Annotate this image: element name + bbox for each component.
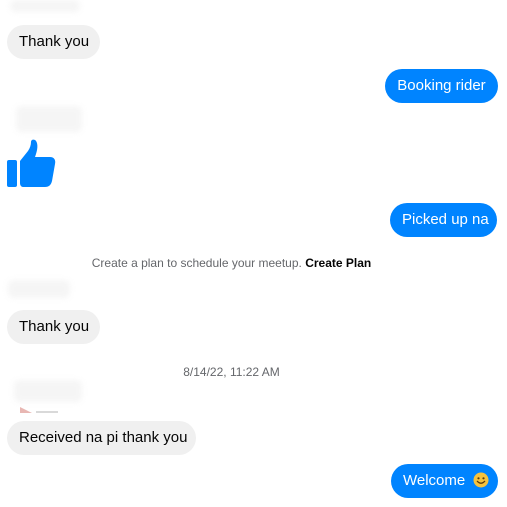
note-text: Create a plan to schedule your meetup. bbox=[91, 256, 302, 270]
message-text: Booking rider bbox=[397, 77, 486, 94]
outgoing-message-bubble[interactable]: Picked up na bbox=[390, 203, 497, 237]
incoming-message-bubble[interactable]: Thank you bbox=[7, 25, 100, 59]
blurred-sender-name bbox=[8, 280, 70, 298]
attachment-thumbnail[interactable] bbox=[18, 404, 60, 414]
message-text: Received na pi thank you bbox=[19, 429, 188, 446]
message-text: Picked up na bbox=[402, 211, 489, 228]
blurred-sender-name bbox=[10, 0, 80, 12]
create-plan-link[interactable]: Create Plan bbox=[305, 256, 371, 270]
blurred-sender-name bbox=[14, 380, 82, 402]
message-timestamp: 8/14/22, 11:22 AM bbox=[183, 365, 280, 379]
create-plan-note: Create a plan to schedule your meetup. C… bbox=[0, 256, 463, 270]
incoming-message-bubble[interactable]: Received na pi thank you bbox=[7, 421, 196, 455]
message-text: Thank you bbox=[19, 33, 90, 50]
outgoing-message-bubble[interactable]: Welcome bbox=[391, 464, 498, 498]
smiley-emoji-icon bbox=[473, 472, 489, 488]
blurred-sender-name bbox=[16, 106, 82, 132]
message-text: Thank you bbox=[19, 318, 90, 335]
thumbs-up-icon[interactable] bbox=[6, 139, 56, 189]
incoming-message-bubble[interactable]: Thank you bbox=[7, 310, 100, 344]
message-text: Welcome bbox=[403, 472, 466, 489]
outgoing-message-bubble[interactable]: Booking rider bbox=[385, 69, 498, 103]
